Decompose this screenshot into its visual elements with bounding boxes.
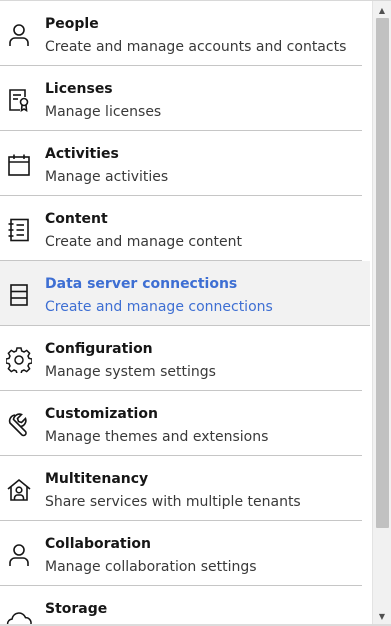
menu-item-people[interactable]: People Create and manage accounts and co…: [0, 1, 362, 66]
license-icon: [6, 87, 32, 113]
notebook-icon: [6, 217, 32, 243]
menu-item-activities[interactable]: Activities Manage activities: [0, 131, 362, 196]
menu-item-multitenancy[interactable]: Multitenancy Share services with multipl…: [0, 456, 362, 521]
menu-item-content[interactable]: Content Create and manage content: [0, 196, 362, 261]
vertical-scrollbar[interactable]: ▲ ▼: [372, 1, 391, 626]
menu-item-title: Activities: [45, 146, 119, 162]
calendar-icon: [6, 152, 32, 178]
admin-menu-panel: People Create and manage accounts and co…: [0, 0, 391, 626]
menu-item-title: People: [45, 16, 99, 32]
menu-item-title: Storage: [45, 601, 108, 617]
menu-item-description: Create and manage connections: [45, 299, 273, 315]
menu-item-description: Manage activities: [45, 169, 169, 185]
menu-item-title: Data server connections: [45, 276, 238, 292]
gear-icon: [6, 347, 32, 373]
menu-item-collaboration[interactable]: Collaboration Manage collaboration setti…: [0, 521, 362, 586]
home-person-icon: [6, 477, 32, 503]
menu-item-title: Configuration: [45, 341, 153, 357]
menu-item-description: Create and manage content: [45, 234, 242, 250]
menu-item-title: Customization: [45, 406, 158, 422]
menu-item-storage[interactable]: Storage: [0, 586, 362, 626]
scrollbar-thumb[interactable]: [376, 18, 389, 528]
menu-item-description: Manage themes and extensions: [45, 429, 269, 445]
menu-item-description: Manage system settings: [45, 364, 216, 380]
menu-item-licenses[interactable]: Licenses Manage licenses: [0, 66, 362, 131]
menu-item-description: Create and manage accounts and contacts: [45, 39, 347, 55]
menu-item-title: Licenses: [45, 81, 113, 97]
menu-item-description: Share services with multiple tenants: [45, 494, 301, 510]
menu-item-data-server-connections[interactable]: Data server connections Create and manag…: [0, 261, 370, 326]
data-server-icon: [6, 282, 32, 308]
person-icon: [6, 542, 32, 568]
menu-item-title: Content: [45, 211, 108, 227]
admin-menu-list: People Create and manage accounts and co…: [0, 1, 370, 626]
scroll-up-arrow[interactable]: ▲: [373, 3, 391, 17]
person-icon: [6, 22, 32, 48]
menu-item-description: Manage collaboration settings: [45, 559, 257, 575]
menu-item-description: Manage licenses: [45, 104, 162, 120]
menu-item-title: Multitenancy: [45, 471, 149, 487]
menu-item-customization[interactable]: Customization Manage themes and extensio…: [0, 391, 362, 456]
wrench-icon: [6, 412, 32, 438]
menu-item-configuration[interactable]: Configuration Manage system settings: [0, 326, 362, 391]
menu-item-title: Collaboration: [45, 536, 152, 552]
scroll-down-arrow[interactable]: ▼: [373, 609, 391, 623]
